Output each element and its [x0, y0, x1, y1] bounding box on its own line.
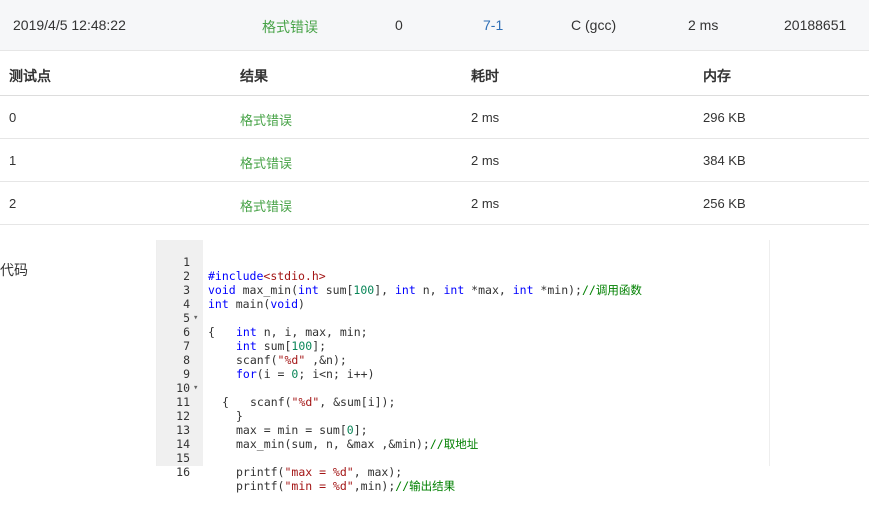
submission-summary-row: 2019/4/5 12:48:22 格式错误 0 7-1 C (gcc) 2 m… — [0, 0, 869, 51]
testpoint-id: 0 — [9, 110, 17, 125]
testpoint-result: 格式错误 — [240, 156, 293, 171]
code-token: "min = %d" — [284, 479, 354, 493]
line-number: 16 — [176, 465, 190, 479]
table-row: 1 格式错误 2 ms 384 KB — [0, 139, 869, 182]
code-token: ,min); — [353, 479, 396, 493]
code-line: 12 max = min = sum[0]; — [157, 395, 769, 437]
code-line: 7 scanf("%d" ,&n); — [157, 325, 769, 367]
testcase-table-header: 测试点 结果 耗时 内存 — [0, 51, 869, 96]
code-token: , max); — [353, 465, 403, 479]
code-line: 16 printf("min = %d",min);//输出结果 — [157, 451, 769, 493]
code-line: 13 max_min(sum, n, &max ,&min);//取地址 — [157, 409, 769, 451]
compiler: C (gcc) — [571, 17, 617, 33]
testpoint-memory: 296 KB — [703, 110, 746, 125]
code-line: 10 scanf("%d", &sum[i]); — [157, 367, 769, 409]
code-line: 6 int sum[100]; — [157, 311, 769, 353]
testpoint-time: 2 ms — [471, 196, 500, 211]
code-token: "max = %d" — [284, 465, 354, 479]
testpoint-time: 2 ms — [471, 110, 500, 125]
code-line: 9 ▾ { — [157, 353, 769, 409]
testpoint-memory: 384 KB — [703, 153, 746, 168]
code-token: printf( — [236, 465, 285, 479]
status-result: 格式错误 — [262, 19, 318, 35]
header-memory: 内存 — [703, 68, 731, 84]
code-editor[interactable]: 1 #include<stdio.h> 2 void max_min(int s… — [156, 240, 770, 493]
table-row: 0 格式错误 2 ms 296 KB — [0, 96, 869, 139]
code-line: 11 } — [157, 381, 769, 423]
code-label: 代码 — [0, 262, 28, 278]
testpoint-id: 2 — [9, 196, 17, 211]
testpoint-result: 格式错误 — [240, 199, 293, 214]
code-token: printf( — [236, 479, 285, 493]
code-line: 4 ▾ { — [157, 283, 769, 339]
code-line: 14 — [157, 423, 769, 451]
header-testpoint: 测试点 — [9, 68, 51, 84]
code-line: 5 int n, i, max, min; — [157, 297, 769, 339]
testpoint-result: 格式错误 — [240, 113, 293, 128]
code-line: 3 int main(void) — [157, 269, 769, 311]
code-line: 15 printf("max = %d", max); — [157, 437, 769, 479]
problem-link[interactable]: 7-1 — [483, 17, 503, 33]
testpoint-id: 1 — [9, 153, 17, 168]
user-id[interactable]: 20188651 — [784, 17, 846, 33]
code-line: 8 for(i = 0; i<n; i++) — [157, 339, 769, 381]
testpoint-memory: 256 KB — [703, 196, 746, 211]
testpoint-time: 2 ms — [471, 153, 500, 168]
code-comment: //输出结果 — [395, 479, 456, 493]
header-time: 耗时 — [471, 68, 499, 84]
table-row: 2 格式错误 2 ms 256 KB — [0, 182, 869, 225]
header-result: 结果 — [240, 68, 268, 84]
code-line: 1 #include<stdio.h> — [157, 241, 769, 283]
score: 0 — [395, 17, 403, 33]
code-line: 2 void max_min(int sum[100], int n, int … — [157, 255, 769, 297]
run-time: 2 ms — [688, 17, 719, 33]
submit-time: 2019/4/5 12:48:22 — [13, 17, 126, 33]
